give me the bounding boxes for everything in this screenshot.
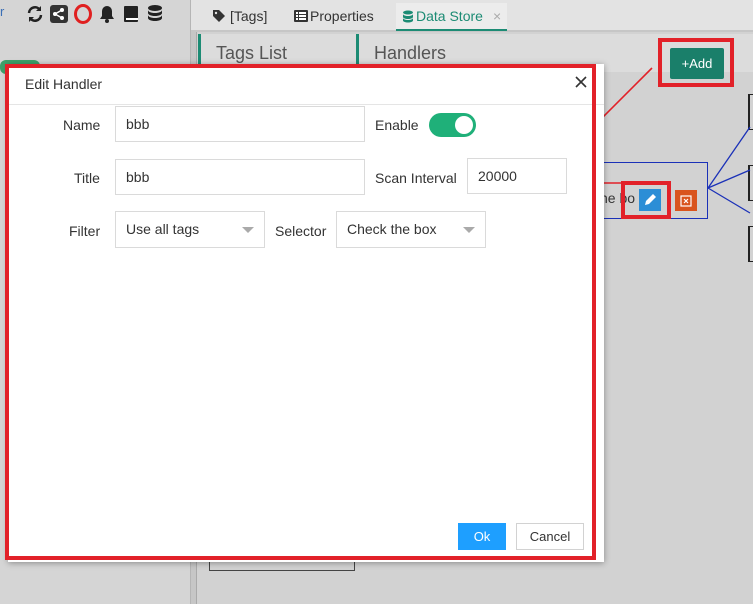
annotation-box-dialog	[5, 64, 596, 560]
